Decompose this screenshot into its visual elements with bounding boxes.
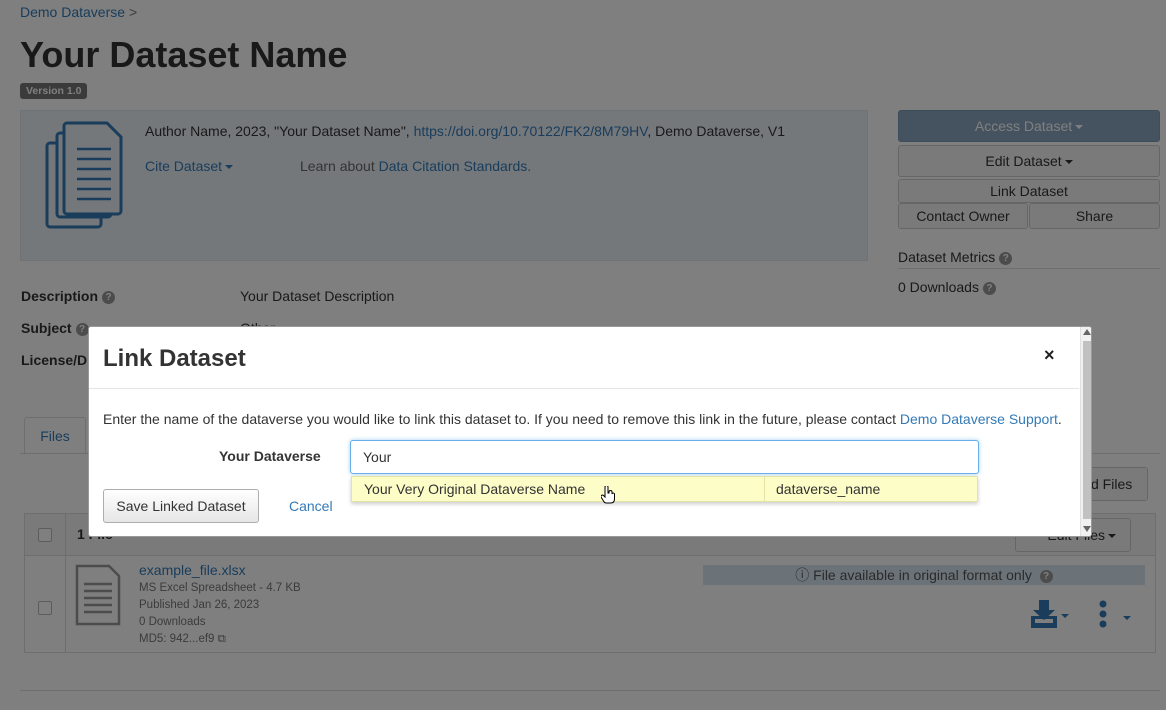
suggestion-name: Your Very Original Dataverse Name — [364, 481, 586, 497]
hand-cursor-icon — [601, 486, 615, 504]
modal-instruction: Enter the name of the dataverse you woul… — [103, 411, 1073, 427]
suggestion-alias: dataverse_name — [776, 481, 881, 497]
modal-scrollbar[interactable] — [1080, 327, 1091, 536]
modal-title: Link Dataset — [103, 345, 246, 372]
dataverse-field-label: Your Dataverse — [219, 448, 321, 464]
instruction-suffix: . — [1057, 411, 1062, 427]
cancel-link[interactable]: Cancel — [289, 498, 333, 514]
modal-divider — [89, 388, 1079, 389]
suggestion-divider — [764, 477, 765, 501]
dataverse-input[interactable] — [350, 440, 979, 474]
scroll-down-icon[interactable] — [1083, 526, 1091, 532]
scroll-thumb[interactable] — [1083, 341, 1091, 519]
support-link[interactable]: Demo Dataverse Support — [900, 411, 1058, 427]
close-icon[interactable]: × — [1044, 345, 1055, 366]
link-dataset-modal: Link Dataset × Enter the name of the dat… — [88, 326, 1092, 537]
save-linked-dataset-button[interactable]: Save Linked Dataset — [103, 489, 259, 523]
scroll-up-icon[interactable] — [1083, 329, 1091, 335]
autocomplete-suggestion[interactable]: Your Very Original Dataverse Name datave… — [351, 476, 978, 502]
instruction-prefix: Enter the name of the dataverse you woul… — [103, 411, 900, 427]
